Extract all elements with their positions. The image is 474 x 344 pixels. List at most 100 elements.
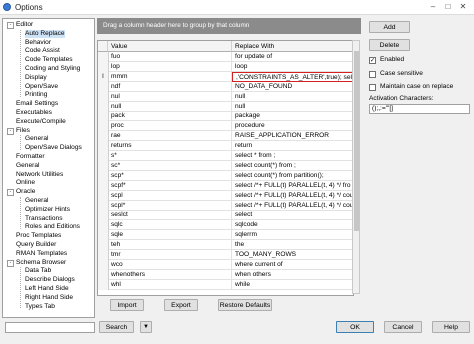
enabled-checkbox[interactable]: ✓ [369, 57, 376, 64]
cell-value[interactable]: null [108, 101, 232, 112]
tree-item[interactable]: Code Assist [25, 47, 60, 55]
cell-replace-with[interactable]: select /*+ FULL(t) PARALLEL(t, 4) */ cou [232, 201, 353, 211]
tree-item[interactable]: Types Tab [25, 303, 55, 311]
help-button[interactable]: Help [432, 321, 470, 333]
cell-value[interactable]: whl [108, 279, 232, 290]
cell-value[interactable]: whenothers [108, 269, 232, 280]
table-row[interactable]: ndf NO_DATA_FOUND [98, 81, 353, 92]
cell-replace-with[interactable]: when others [232, 270, 353, 280]
table-row[interactable]: null null [98, 101, 353, 112]
scrollbar-thumb[interactable] [354, 51, 359, 231]
cell-value[interactable]: nul [108, 91, 232, 102]
group-by-bar[interactable]: Drag a column header here to group by th… [97, 18, 361, 34]
cell-value[interactable]: scp* [108, 170, 232, 181]
table-row[interactable]: scpf* select /*+ FULL(t) PARALLEL(t, 4) *… [98, 180, 353, 191]
cancel-button[interactable]: Cancel [384, 321, 422, 333]
tree-item[interactable]: Left Hand Side [25, 285, 69, 293]
restore-defaults-button[interactable]: Restore Defaults [218, 299, 272, 311]
cell-replace-with[interactable]: for update of [232, 52, 353, 62]
tree-item[interactable]: Right Hand Side [25, 294, 73, 302]
export-button[interactable]: Export [164, 299, 198, 311]
table-row[interactable]: wco where current of [98, 259, 353, 270]
tree-item[interactable]: Oracle [16, 188, 35, 196]
table-row[interactable]: scp* select count(*) from partition(); [98, 170, 353, 181]
cell-value[interactable]: tmr [108, 250, 232, 260]
delete-button[interactable]: Delete [369, 39, 410, 51]
cell-value[interactable]: seslct [108, 210, 232, 221]
cell-value[interactable]: sqlc [108, 220, 232, 231]
cell-replace-with[interactable]: null [232, 92, 353, 102]
search-input[interactable] [5, 322, 95, 333]
maximize-icon[interactable]: □ [441, 1, 455, 12]
collapse-icon[interactable]: - [7, 127, 14, 135]
activation-characters-input[interactable]: ();,:="'[] [369, 104, 470, 114]
cell-replace-with[interactable]: procedure [232, 121, 353, 131]
cell-replace-with[interactable]: return [232, 141, 353, 151]
table-row[interactable]: nul null [98, 91, 353, 102]
cell-replace-with[interactable]: where current of [232, 260, 353, 270]
search-dropdown-button[interactable]: ▼ [140, 321, 152, 333]
cell-value[interactable]: sc* [108, 160, 232, 171]
table-row[interactable]: sqlc sqlcode [98, 220, 353, 231]
cell-replace-with[interactable]: TOO_MANY_ROWS [232, 250, 353, 260]
tree-item[interactable]: Proc Templates [16, 232, 61, 240]
tree-item[interactable]: Schema Browser [16, 259, 66, 267]
minimize-icon[interactable]: – [426, 1, 440, 12]
tree-item[interactable]: Printing [25, 91, 47, 99]
cell-replace-with[interactable]: select count(*) from partition(); [232, 171, 353, 181]
cell-value[interactable]: scpf* [108, 180, 232, 191]
auto-replace-grid[interactable]: Value Replace With fuo for update of lop lo… [97, 40, 354, 296]
table-row[interactable]: sqle sqlerrm [98, 230, 353, 241]
options-tree[interactable]: - Editor Auto Replace Behavior Code Assist Co… [2, 18, 95, 318]
cell-value[interactable]: wco [108, 259, 232, 270]
cell-value[interactable]: proc [108, 121, 232, 132]
table-row[interactable]: tmr TOO_MANY_ROWS [98, 250, 353, 260]
tree-item[interactable]: Execute/Compile [16, 118, 66, 126]
table-row[interactable]: scpl select /*+ FULL(t) PARALLEL(t, 4) */… [98, 190, 353, 201]
collapse-icon[interactable]: - [7, 189, 14, 197]
tree-item[interactable]: Formatter [16, 153, 45, 161]
tree-item[interactable]: Open/Save Dialogs [25, 144, 82, 152]
table-row[interactable]: fuo for update of [98, 52, 353, 62]
tree-item[interactable]: Open/Save [25, 83, 58, 91]
table-row[interactable]: rae RAISE_APPLICATION_ERROR [98, 131, 353, 142]
tree-item[interactable]: General [16, 162, 39, 170]
cell-value[interactable]: rae [108, 131, 232, 142]
cell-value[interactable]: s* [108, 151, 232, 161]
table-row[interactable]: whl while [98, 279, 353, 290]
table-row[interactable]: scpl* select /*+ FULL(t) PARALLEL(t, 4) *… [98, 200, 353, 211]
table-row[interactable]: seslct select [98, 210, 353, 221]
table-row[interactable]: teh the [98, 240, 353, 251]
tree-item[interactable]: Executables [16, 109, 52, 117]
tree-item[interactable]: Code Templates [25, 56, 73, 64]
maintain-case-checkbox[interactable] [369, 84, 376, 91]
table-row[interactable]: returns return [98, 141, 353, 152]
tree-item[interactable]: Data Tab [25, 267, 51, 275]
tree-item[interactable]: RMAN Templates [16, 250, 67, 258]
cell-value[interactable]: scpl [108, 190, 232, 201]
tree-item[interactable]: Describe Dialogs [25, 276, 75, 284]
cell-value[interactable]: ndf [108, 81, 232, 92]
cell-value[interactable]: sqle [108, 230, 232, 241]
import-button[interactable]: Import [110, 299, 144, 311]
column-header-replace-with[interactable]: Replace With [232, 41, 353, 52]
cell-replace-with[interactable]: NO_DATA_FOUND [232, 82, 353, 92]
tree-item[interactable]: General [25, 197, 48, 205]
table-row[interactable]: whenothers when others [98, 269, 353, 280]
cell-replace-with-editor[interactable]: ,'CONSTRAINTS_AS_ALTER',true); select db [232, 71, 353, 82]
tree-item[interactable]: Roles and Editions [25, 223, 80, 231]
tree-item[interactable]: Transactions [25, 215, 63, 223]
tree-item[interactable]: Network Utilities [16, 171, 63, 179]
cell-replace-with[interactable]: sqlcode [232, 220, 353, 230]
cell-replace-with[interactable]: select /*+ FULL(t) PARALLEL(t, 4) */ cou [232, 191, 353, 201]
cell-replace-with[interactable]: null [232, 102, 353, 112]
cell-replace-with[interactable]: sqlerrm [232, 230, 353, 240]
cell-value[interactable]: mmm [108, 71, 232, 82]
table-row[interactable]: Immm,'CONSTRAINTS_AS_ALTER',true); selec… [98, 71, 353, 82]
tree-item[interactable]: General [25, 135, 48, 143]
ok-button[interactable]: OK [336, 321, 374, 333]
cell-value[interactable]: fuo [108, 52, 232, 62]
search-button[interactable]: Search [99, 321, 134, 333]
tree-item[interactable]: Coding and Styling [25, 65, 80, 73]
close-icon[interactable]: ✕ [456, 1, 470, 12]
